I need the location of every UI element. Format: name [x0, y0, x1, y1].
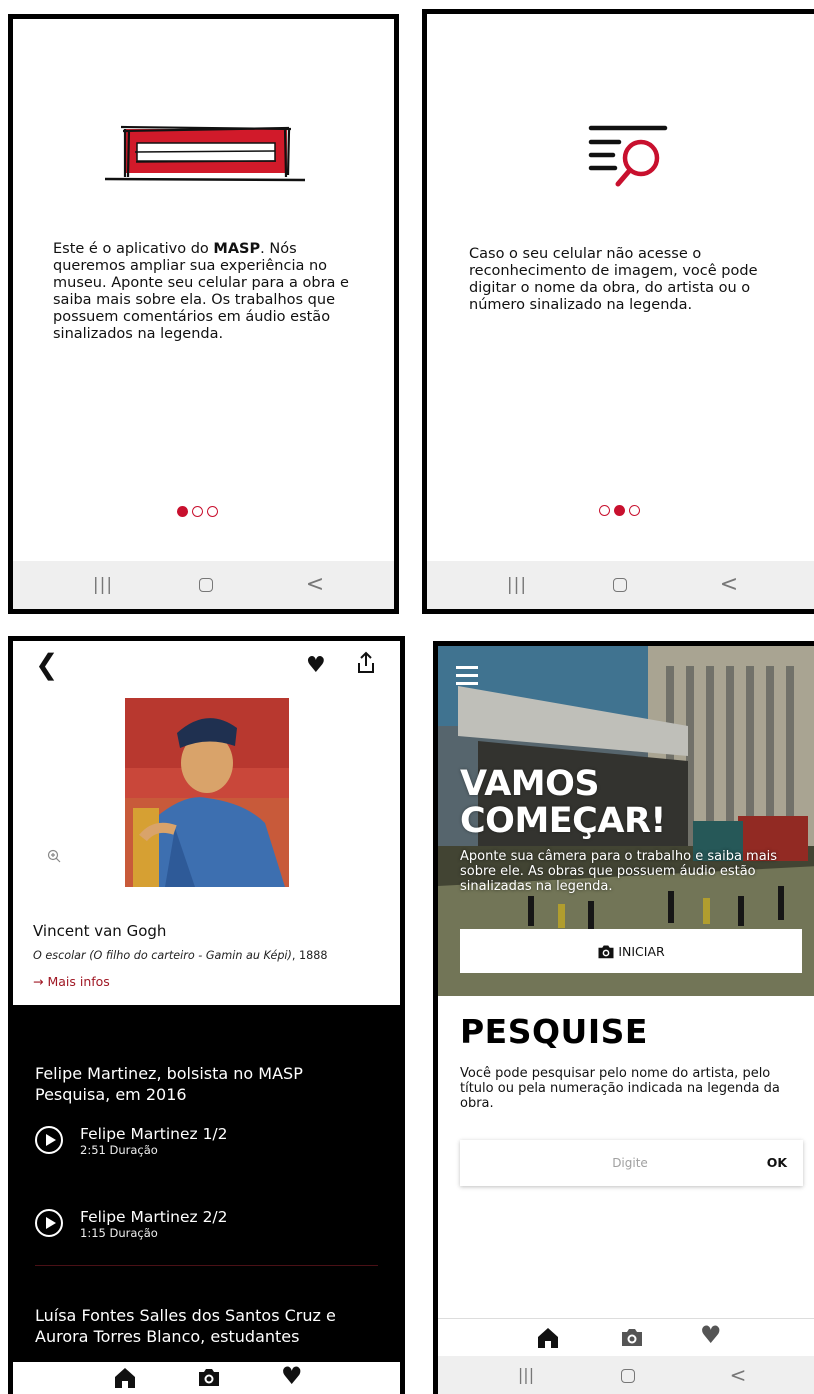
- audio-track[interactable]: Felipe Martinez 1/2 2:51 Duração: [35, 1125, 228, 1158]
- heart-icon[interactable]: ♥: [700, 1321, 724, 1349]
- page-dot-3[interactable]: [629, 505, 640, 516]
- back-system-button[interactable]: <: [295, 561, 335, 609]
- search-ok-button[interactable]: OK: [767, 1155, 787, 1170]
- track-duration: 1:15 Duração: [80, 1226, 158, 1240]
- start-camera-button[interactable]: INICIAR: [460, 929, 802, 973]
- home-system-button[interactable]: [608, 1356, 648, 1394]
- search-title: PESQUISE: [460, 1012, 648, 1051]
- app-tab-bar: ♥: [13, 1362, 400, 1394]
- audio-track[interactable]: Felipe Martinez 2/2 1:15 Duração: [35, 1208, 228, 1241]
- masp-building-icon: [105, 125, 305, 182]
- back-system-button[interactable]: <: [718, 1356, 758, 1394]
- track-title: Felipe Martinez 1/2: [80, 1125, 228, 1143]
- home-screen: VAMOS COMEÇAR! Aponte sua câmera para o …: [433, 641, 814, 1394]
- track-duration: 2:51 Duração: [80, 1143, 158, 1157]
- system-nav-bar: ||| <: [13, 561, 394, 609]
- zoom-in-icon[interactable]: [47, 849, 61, 863]
- track-title: Felipe Martinez 2/2: [80, 1208, 228, 1226]
- play-icon[interactable]: [35, 1209, 63, 1237]
- hero-text: Aponte sua câmera para o trabalho e saib…: [460, 849, 778, 894]
- app-tab-bar: ♥: [438, 1318, 814, 1356]
- artwork-title: O escolar (O filho do carteiro - Gamin a…: [33, 949, 328, 962]
- page-dot-3[interactable]: [207, 506, 218, 517]
- artwork-image[interactable]: [125, 698, 289, 887]
- page-dot-1[interactable]: [177, 506, 188, 517]
- share-icon[interactable]: [356, 651, 376, 675]
- heart-icon[interactable]: ♥: [306, 655, 326, 677]
- audio-section: Felipe Martinez, bolsista no MASP Pesqui…: [13, 1005, 400, 1394]
- audio-group-title: Luísa Fontes Salles dos Santos Cruz e Au…: [35, 1306, 336, 1346]
- camera-icon: [598, 945, 614, 958]
- artwork-header: ❮ ♥ Vincent van Gogh O escolar (O filho …: [13, 641, 400, 1005]
- system-nav-bar: ||| <: [427, 561, 814, 609]
- home-icon[interactable]: [113, 1366, 137, 1388]
- page-indicator: [599, 505, 640, 516]
- play-icon[interactable]: [35, 1126, 63, 1154]
- onboarding-screen-1: Este é o aplicativo do MASP. Nós queremo…: [8, 14, 399, 614]
- page-indicator: [177, 506, 218, 517]
- page-dot-2[interactable]: [614, 505, 625, 516]
- heart-icon[interactable]: ♥: [281, 1362, 305, 1390]
- search-box: OK: [460, 1140, 803, 1186]
- page-dot-1[interactable]: [599, 505, 610, 516]
- recents-button[interactable]: |||: [497, 561, 537, 609]
- search-description: Você pode pesquisar pelo nome do artista…: [460, 1066, 780, 1111]
- page-dot-2[interactable]: [192, 506, 203, 517]
- artist-name: Vincent van Gogh: [33, 922, 167, 940]
- home-system-button[interactable]: [186, 561, 226, 609]
- hero-title: VAMOS COMEÇAR!: [460, 764, 666, 841]
- onboarding-screen-2: Caso o seu celular não acesse o reconhec…: [422, 9, 814, 614]
- back-chevron-icon[interactable]: ❮: [35, 651, 58, 679]
- home-icon[interactable]: [536, 1326, 560, 1348]
- audio-group-title: Felipe Martinez, bolsista no MASP Pesqui…: [35, 1064, 303, 1104]
- recents-button[interactable]: |||: [83, 561, 123, 609]
- search-input[interactable]: [460, 1140, 740, 1186]
- recents-button[interactable]: |||: [506, 1356, 546, 1394]
- home-system-button[interactable]: [600, 561, 640, 609]
- artwork-detail-screen: ❮ ♥ Vincent van Gogh O escolar (O filho …: [8, 636, 405, 1394]
- camera-icon[interactable]: [620, 1326, 644, 1348]
- onboarding-2-text: Caso o seu celular não acesse o reconhec…: [469, 246, 758, 313]
- system-nav-bar: ||| <: [438, 1356, 814, 1394]
- more-info-link[interactable]: → Mais infos: [33, 974, 110, 989]
- divider: [35, 1265, 378, 1266]
- menu-icon[interactable]: [456, 666, 478, 690]
- onboarding-1-text: Este é o aplicativo do MASP. Nós queremo…: [53, 241, 349, 342]
- camera-icon[interactable]: [197, 1366, 221, 1388]
- back-system-button[interactable]: <: [709, 561, 749, 609]
- search-list-icon: [588, 125, 668, 187]
